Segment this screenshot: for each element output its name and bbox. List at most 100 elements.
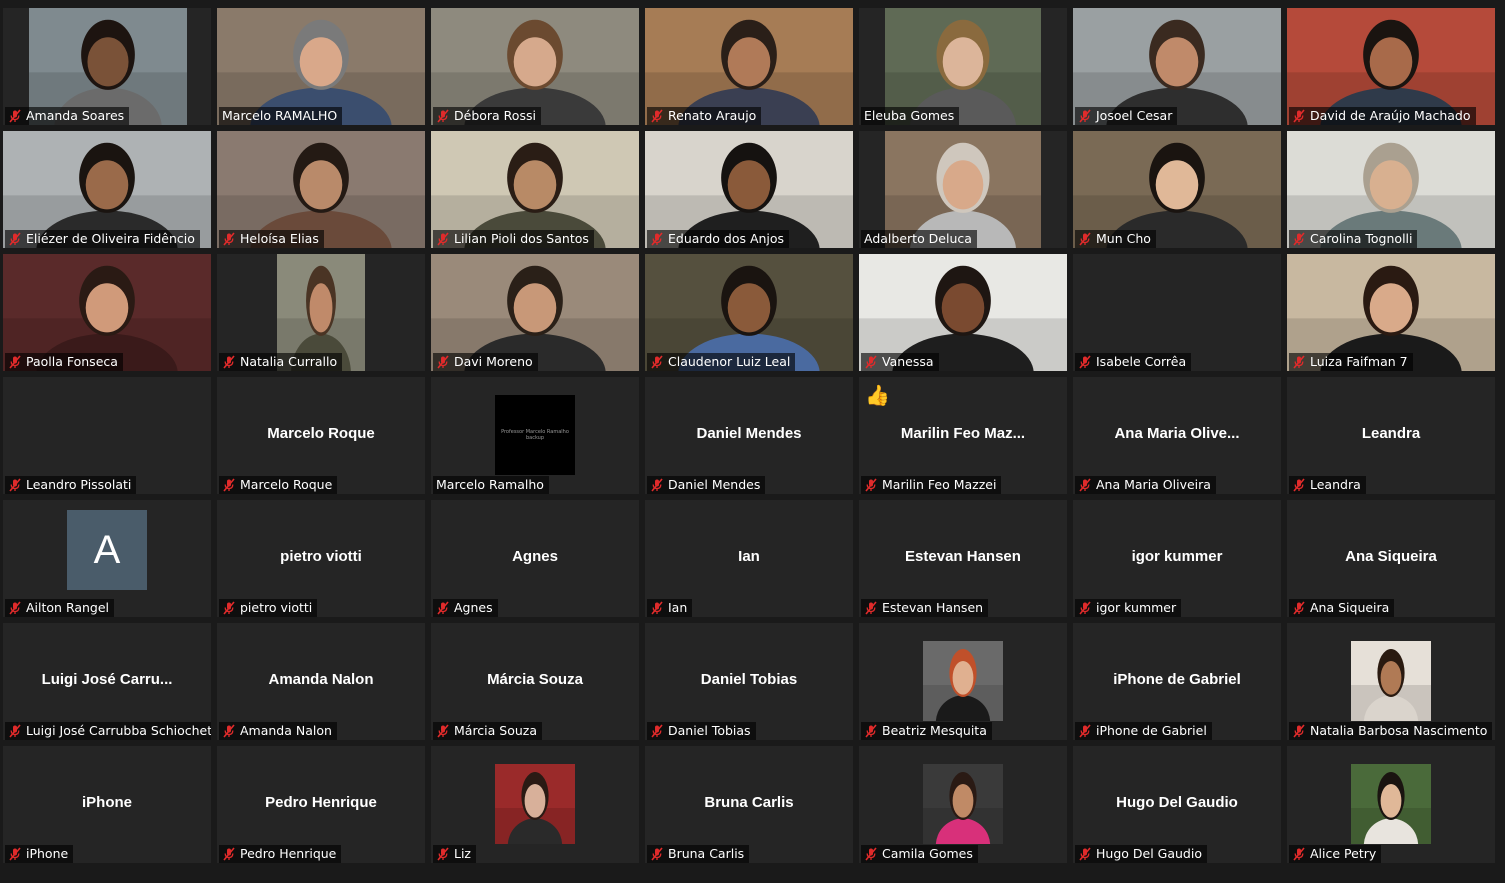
participant-name: Paolla Fonseca: [26, 354, 118, 369]
participant-name: Débora Rossi: [454, 108, 536, 123]
participant-tile[interactable]: Leandra Leandra: [1287, 377, 1495, 494]
participant-tile[interactable]: Claudenor Luiz Leal: [645, 254, 853, 371]
avatar: [923, 641, 1003, 721]
participant-name-label: Beatriz Mesquita: [861, 722, 992, 740]
participant-name-label: Camila Gomes: [861, 845, 978, 863]
participant-tile[interactable]: Amanda Soares: [3, 8, 211, 125]
participant-name: Luiza Faifman 7: [1310, 354, 1408, 369]
participant-tile[interactable]: Luigi José Carru... Luigi José Carrubba S…: [3, 623, 211, 740]
muted-mic-icon: [437, 109, 449, 123]
participant-tile[interactable]: Lilian Pioli dos Santos: [431, 131, 639, 248]
participant-display-name: Hugo Del Gaudio: [1116, 794, 1238, 811]
participant-name: Carolina Tognolli: [1310, 231, 1413, 246]
participant-tile[interactable]: Isabele Corrêa: [1073, 254, 1281, 371]
participant-tile[interactable]: Ian Ian: [645, 500, 853, 617]
participant-name: Renato Araujo: [668, 108, 757, 123]
participant-tile[interactable]: A Ailton Rangel: [3, 500, 211, 617]
participant-name-label: Luiza Faifman 7: [1289, 353, 1413, 371]
participant-tile[interactable]: Liz: [431, 746, 639, 863]
participant-tile[interactable]: Josoel Cesar: [1073, 8, 1281, 125]
muted-mic-icon: [1293, 478, 1305, 492]
participant-tile[interactable]: Bruna Carlis Bruna Carlis: [645, 746, 853, 863]
participant-tile[interactable]: Marcelo Roque Marcelo Roque: [217, 377, 425, 494]
participant-name: iPhone de Gabriel: [1096, 723, 1207, 738]
participant-name: Mun Cho: [1096, 231, 1151, 246]
participant-tile[interactable]: Pedro Henrique Pedro Henrique: [217, 746, 425, 863]
participant-tile[interactable]: Davi Moreno: [431, 254, 639, 371]
participant-tile[interactable]: Débora Rossi: [431, 8, 639, 125]
participant-name: Natalia Barbosa Nascimento: [1310, 723, 1488, 738]
participant-tile[interactable]: Ana Siqueira Ana Siqueira: [1287, 500, 1495, 617]
participant-tile[interactable]: iPhone iPhone: [3, 746, 211, 863]
participant-tile[interactable]: Agnes Agnes: [431, 500, 639, 617]
participant-tile[interactable]: Adalberto Deluca: [859, 131, 1067, 248]
participant-display-name: Amanda Nalon: [268, 671, 374, 688]
participant-tile[interactable]: Alice Petry: [1287, 746, 1495, 863]
participant-tile[interactable]: Camila Gomes: [859, 746, 1067, 863]
participant-name: Camila Gomes: [882, 846, 973, 861]
participant-tile[interactable]: Carolina Tognolli: [1287, 131, 1495, 248]
muted-mic-icon: [651, 109, 663, 123]
participant-name: Estevan Hansen: [882, 600, 984, 615]
participant-tile[interactable]: Natalia Barbosa Nascimento: [1287, 623, 1495, 740]
avatar: [495, 764, 575, 844]
participant-display-name: Ana Siqueira: [1345, 548, 1437, 565]
participant-tile[interactable]: Beatriz Mesquita: [859, 623, 1067, 740]
participant-tile[interactable]: Eliézer de Oliveira Fidêncio: [3, 131, 211, 248]
muted-mic-icon: [223, 847, 235, 861]
participant-tile[interactable]: Márcia Souza Márcia Souza: [431, 623, 639, 740]
muted-mic-icon: [437, 355, 449, 369]
participant-name-label: Eleuba Gomes: [861, 107, 960, 125]
participant-tile[interactable]: Ana Maria Olive... Ana Maria Oliveira: [1073, 377, 1281, 494]
participant-name-label: Alice Petry: [1289, 845, 1382, 863]
participant-tile[interactable]: Hugo Del Gaudio Hugo Del Gaudio: [1073, 746, 1281, 863]
participant-tile[interactable]: Eduardo dos Anjos: [645, 131, 853, 248]
participant-tile[interactable]: iPhone de Gabriel iPhone de Gabriel: [1073, 623, 1281, 740]
participant-tile[interactable]: Marilin Feo Maz... 👍 Marilin Feo Mazzei: [859, 377, 1067, 494]
participant-name-label: Ailton Rangel: [5, 599, 115, 617]
participant-tile[interactable]: Paolla Fonseca: [3, 254, 211, 371]
participant-name-label: Adalberto Deluca: [861, 230, 977, 248]
muted-mic-icon: [223, 232, 235, 246]
avatar: [923, 764, 1003, 844]
participant-tile[interactable]: Renato Araujo: [645, 8, 853, 125]
muted-mic-icon: [437, 724, 449, 738]
participant-tile[interactable]: Luiza Faifman 7: [1287, 254, 1495, 371]
muted-mic-icon: [223, 355, 235, 369]
participant-name: Amanda Nalon: [240, 723, 332, 738]
participant-tile[interactable]: David de Araújo Machado: [1287, 8, 1495, 125]
participant-name-label: Amanda Nalon: [219, 722, 337, 740]
participant-name: Heloísa Elias: [240, 231, 319, 246]
participant-name: Claudenor Luiz Leal: [668, 354, 791, 369]
participant-tile[interactable]: pietro viotti pietro viotti: [217, 500, 425, 617]
participant-tile[interactable]: Estevan Hansen Estevan Hansen: [859, 500, 1067, 617]
participant-name: Ian: [668, 600, 688, 615]
participant-tile[interactable]: Vanessa: [859, 254, 1067, 371]
participant-tile[interactable]: Leandro Pissolati: [3, 377, 211, 494]
participant-gallery: Amanda Soares Marcelo RAMALHO Débora Rossi…: [3, 8, 1495, 863]
participant-tile[interactable]: Amanda Nalon Amanda Nalon: [217, 623, 425, 740]
participant-name-label: David de Araújo Machado: [1289, 107, 1476, 125]
participant-name-label: Pedro Henrique: [219, 845, 342, 863]
participant-tile[interactable]: Eleuba Gomes: [859, 8, 1067, 125]
participant-name-label: Renato Araujo: [647, 107, 762, 125]
participant-name-label: Natalia Barbosa Nascimento: [1289, 722, 1493, 740]
muted-mic-icon: [9, 847, 21, 861]
participant-display-name: igor kummer: [1131, 548, 1223, 565]
participant-name: Daniel Mendes: [668, 477, 761, 492]
participant-tile[interactable]: igor kummer igor kummer: [1073, 500, 1281, 617]
participant-tile[interactable]: Professor Marcelo Ramalho backup Marcelo …: [431, 377, 639, 494]
participant-tile[interactable]: Marcelo RAMALHO: [217, 8, 425, 125]
participant-name-label: Josoel Cesar: [1075, 107, 1178, 125]
participant-tile[interactable]: Mun Cho: [1073, 131, 1281, 248]
participant-tile[interactable]: Daniel Tobias Daniel Tobias: [645, 623, 853, 740]
muted-mic-icon: [1293, 724, 1305, 738]
participant-tile[interactable]: Natalia Currallo: [217, 254, 425, 371]
avatar: [1351, 641, 1431, 721]
participant-name: Pedro Henrique: [240, 846, 337, 861]
participant-name: Ailton Rangel: [26, 600, 110, 615]
muted-mic-icon: [1079, 355, 1091, 369]
participant-display-name: Estevan Hansen: [905, 548, 1021, 565]
participant-tile[interactable]: Heloísa Elias: [217, 131, 425, 248]
participant-tile[interactable]: Daniel Mendes Daniel Mendes: [645, 377, 853, 494]
